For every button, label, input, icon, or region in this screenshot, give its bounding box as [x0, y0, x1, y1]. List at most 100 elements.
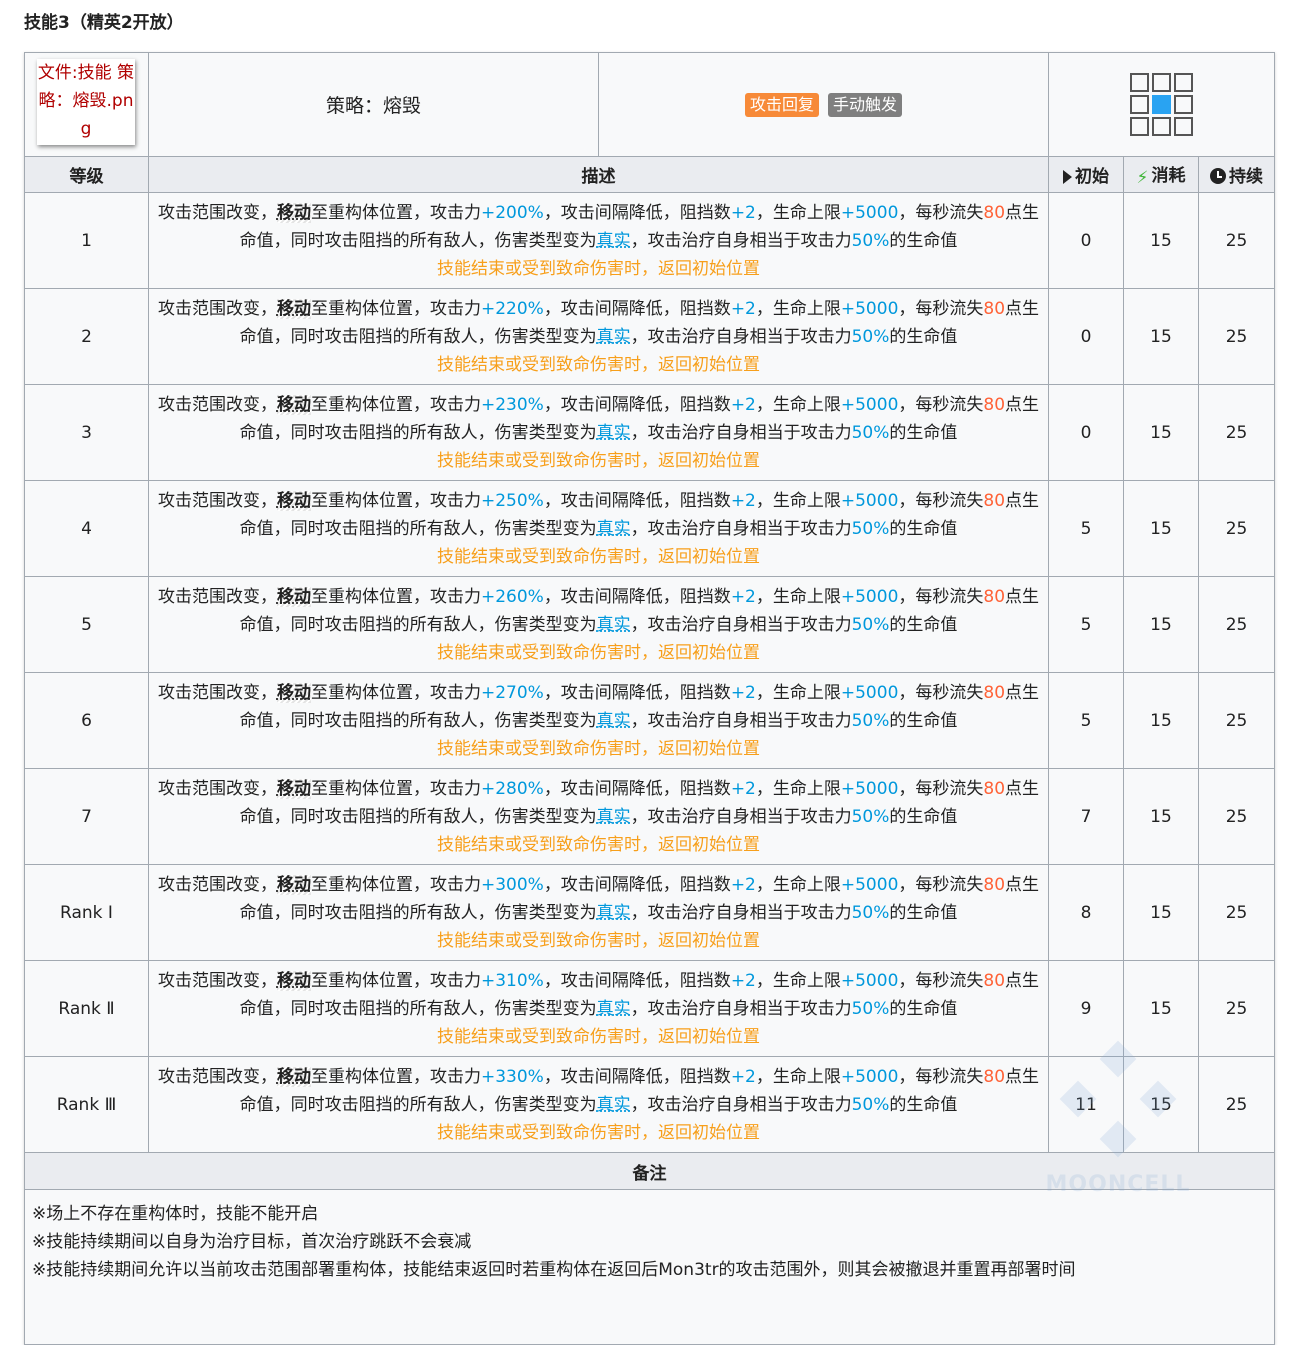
move-term-link[interactable]: 移动 [276, 202, 311, 223]
initial-sp-cell: 0 [1048, 192, 1124, 289]
level-cell: 1 [24, 192, 149, 289]
initial-sp-cell: 11 [1048, 1056, 1124, 1153]
atk-bonus: +280% [480, 778, 544, 799]
notes-row: ※场上不存在重构体时，技能不能开启 ※技能持续期间以自身为治疗目标，首次治疗跳跃… [23, 1189, 1276, 1345]
sp-cost-cell: 15 [1123, 864, 1199, 961]
return-warning: 技能结束或受到致命伤害时，返回初始位置 [437, 930, 760, 951]
desc-text: ，每秒流失 [898, 394, 984, 415]
desc-text: ，攻击间隔降低，阻挡数 [543, 298, 731, 319]
block-bonus: +2 [730, 586, 756, 607]
true-damage-link[interactable]: 真实 [597, 711, 631, 731]
range-tile [1174, 95, 1193, 114]
desc-text: ，每秒流失 [898, 202, 984, 223]
true-damage-link[interactable]: 真实 [597, 999, 631, 1019]
range-tile [1130, 117, 1149, 136]
desc-text: ，攻击治疗自身相当于攻击力 [630, 230, 852, 251]
true-damage-link[interactable]: 真实 [597, 519, 631, 539]
skill-level-rows: 1 攻击范围改变，移动至重构体位置，攻击力+200%，攻击间隔降低，阻挡数+2，生… [24, 192, 1276, 1153]
desc-text: ，每秒流失 [898, 490, 984, 511]
desc-text: 的生命值 [889, 422, 958, 443]
col-level: 等级 [24, 156, 149, 193]
duration-cell: 25 [1197, 960, 1276, 1057]
desc-text: ，生命上限 [755, 586, 841, 607]
move-term-link[interactable]: 移动 [276, 586, 311, 607]
true-damage-link[interactable]: 真实 [597, 327, 631, 347]
hp-bonus: +5000 [840, 298, 899, 319]
move-term-link[interactable]: 移动 [276, 778, 311, 799]
range-tile-self [1152, 95, 1171, 114]
table-row: 2 攻击范围改变，移动至重构体位置，攻击力+220%，攻击间隔降低，阻挡数+2，生… [24, 288, 1276, 385]
block-bonus: +2 [730, 682, 756, 703]
desc-text: ，每秒流失 [898, 970, 984, 991]
move-term-link[interactable]: 移动 [276, 1066, 311, 1087]
move-term-link[interactable]: 移动 [276, 970, 311, 991]
table-row: Rank Ⅲ 攻击范围改变，移动至重构体位置，攻击力+330%，攻击间隔降低，阻挡… [24, 1056, 1276, 1153]
heal-ratio: 50% [851, 422, 890, 443]
desc-text: 的生命值 [889, 1094, 958, 1115]
move-term-link[interactable]: 移动 [276, 874, 311, 895]
true-damage-link[interactable]: 真实 [597, 903, 631, 923]
hp-bonus: +5000 [840, 682, 899, 703]
skill-heading: 技能3（精英2开放） [24, 13, 184, 33]
desc-text: 的生命值 [889, 326, 958, 347]
note-line: ※技能持续期间以自身为治疗目标，首次治疗跳跃不会衰减 [32, 1232, 472, 1252]
duration-cell: 25 [1197, 768, 1276, 865]
skill-image-link[interactable]: 文件:技能 策略：熔毁.png [37, 59, 135, 145]
true-damage-link[interactable]: 真实 [597, 807, 631, 827]
atk-bonus: +310% [480, 970, 544, 991]
move-term-link[interactable]: 移动 [276, 682, 311, 703]
return-warning: 技能结束或受到致命伤害时，返回初始位置 [437, 546, 760, 567]
table-row: 4 攻击范围改变，移动至重构体位置，攻击力+250%，攻击间隔降低，阻挡数+2，生… [24, 480, 1276, 577]
desc-text: 至重构体位置，攻击力 [310, 1066, 481, 1087]
atk-bonus: +200% [480, 202, 544, 223]
heal-ratio: 50% [851, 902, 890, 923]
desc-text: 至重构体位置，攻击力 [310, 778, 481, 799]
level-cell: 5 [24, 576, 149, 673]
level-cell: 6 [24, 672, 149, 769]
note-line: ※技能持续期间允许以当前攻击范围部署重构体，技能结束返回时若重构体在返回后Mon… [32, 1260, 1076, 1280]
duration-cell: 25 [1197, 192, 1276, 289]
col-duration-label: 持续 [1229, 167, 1263, 187]
return-warning: 技能结束或受到致命伤害时，返回初始位置 [437, 642, 760, 663]
initial-sp-cell: 8 [1048, 864, 1124, 961]
sp-cost-cell: 15 [1123, 288, 1199, 385]
description-cell: 攻击范围改变，移动至重构体位置，攻击力+250%，攻击间隔降低，阻挡数+2，生命… [148, 480, 1049, 577]
description-cell: 攻击范围改变，移动至重构体位置，攻击力+200%，攻击间隔降低，阻挡数+2，生命… [148, 192, 1049, 289]
true-damage-link[interactable]: 真实 [597, 423, 631, 443]
hp-loss-value: 80 [983, 298, 1006, 319]
desc-text: 攻击范围改变， [157, 586, 277, 607]
desc-text: 至重构体位置，攻击力 [310, 202, 481, 223]
atk-bonus: +300% [480, 874, 544, 895]
true-damage-link[interactable]: 真实 [597, 615, 631, 635]
block-bonus: +2 [730, 970, 756, 991]
desc-text: 攻击范围改变， [157, 394, 277, 415]
desc-text: ，生命上限 [755, 298, 841, 319]
initial-sp-cell: 7 [1048, 768, 1124, 865]
block-bonus: +2 [730, 394, 756, 415]
hp-loss-value: 80 [983, 586, 1006, 607]
description-cell: 攻击范围改变，移动至重构体位置，攻击力+230%，攻击间隔降低，阻挡数+2，生命… [148, 384, 1049, 481]
sp-cost-cell: 15 [1123, 192, 1199, 289]
desc-text: ，攻击间隔降低，阻挡数 [543, 874, 731, 895]
col-cost-label: 消耗 [1151, 166, 1186, 186]
true-damage-link[interactable]: 真实 [597, 1095, 631, 1115]
notes-cell: ※场上不存在重构体时，技能不能开启 ※技能持续期间以自身为治疗目标，首次治疗跳跃… [23, 1189, 1276, 1345]
desc-text: ，生命上限 [755, 778, 841, 799]
desc-text: 至重构体位置，攻击力 [310, 586, 481, 607]
desc-text: 的生命值 [889, 806, 958, 827]
true-damage-link[interactable]: 真实 [597, 231, 631, 251]
move-term-link[interactable]: 移动 [276, 490, 311, 511]
desc-text: ，生命上限 [755, 1066, 841, 1087]
description-cell: 攻击范围改变，移动至重构体位置，攻击力+280%，攻击间隔降低，阻挡数+2，生命… [148, 768, 1049, 865]
desc-text: ，攻击间隔降低，阻挡数 [543, 202, 731, 223]
attack-range-cell [1047, 52, 1276, 157]
atk-bonus: +220% [480, 298, 544, 319]
atk-bonus: +230% [480, 394, 544, 415]
level-cell: Rank Ⅰ [24, 864, 149, 961]
move-term-link[interactable]: 移动 [276, 298, 311, 319]
desc-text: ，生命上限 [755, 970, 841, 991]
description-cell: 攻击范围改变，移动至重构体位置，攻击力+260%，攻击间隔降低，阻挡数+2，生命… [148, 576, 1049, 673]
move-term-link[interactable]: 移动 [276, 394, 311, 415]
block-bonus: +2 [730, 202, 756, 223]
atk-bonus: +260% [480, 586, 544, 607]
